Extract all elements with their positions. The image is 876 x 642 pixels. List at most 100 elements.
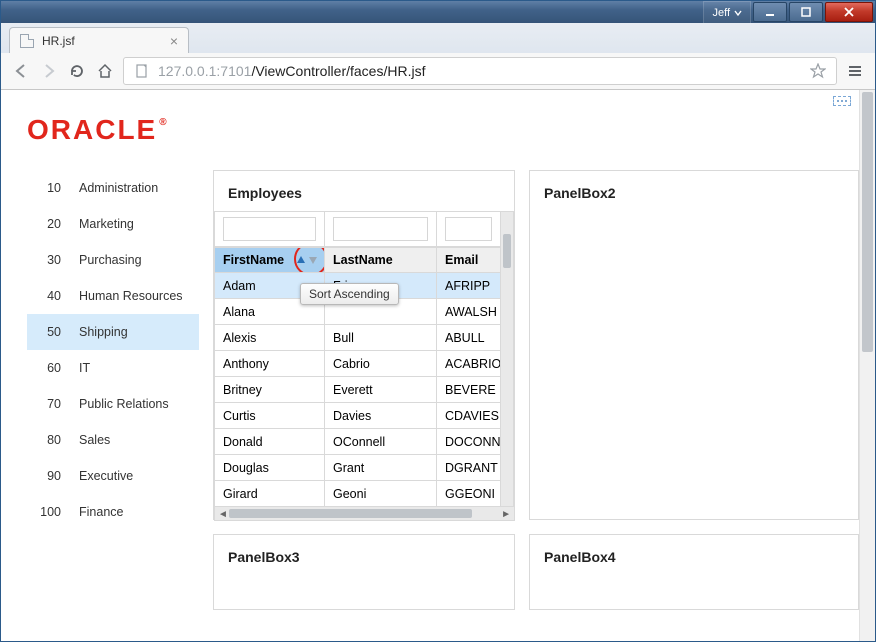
table-horizontal-scrollbar[interactable]: ◄ ► [214,507,515,521]
cell-email: CDAVIES [437,403,501,429]
cell-email: AWALSH [437,299,501,325]
cell-last: Cabrio [325,351,437,377]
sidebar-item-label: Human Resources [79,289,183,303]
filter-firstname-input[interactable] [223,217,316,241]
cell-email: DOCONN [437,429,501,455]
sidebar-item-shipping[interactable]: 50 Shipping [27,314,199,350]
column-header-lastname[interactable]: LastName [325,247,437,273]
sidebar-item-label: Public Relations [79,397,169,411]
address-bar[interactable]: 127.0.0.1:7101/ViewController/faces/HR.j… [123,57,837,85]
sidebar-item-index: 40 [39,289,61,303]
panel-box-3: PanelBox3 [213,534,515,610]
sidebar-item-label: Shipping [79,325,128,339]
table-row[interactable]: DonaldOConnellDOCONN [214,429,501,455]
panel-box-2: PanelBox2 [529,170,859,520]
table-row[interactable]: CurtisDaviesCDAVIES [214,403,501,429]
table-row[interactable]: AnthonyCabrioACABRIO [214,351,501,377]
column-header-email[interactable]: Email [437,247,501,273]
sort-tooltip: Sort Ascending [300,283,399,305]
nav-reload-button[interactable] [67,61,87,81]
sidebar-item-finance[interactable]: 100Finance [27,494,199,530]
site-info-icon[interactable] [132,61,152,81]
nav-home-button[interactable] [95,61,115,81]
window-maximize-button[interactable] [789,2,823,22]
sidebar-item-purchasing[interactable]: 30 Purchasing [27,242,199,278]
sidebar-item-label: Marketing [79,217,134,231]
tab-close-icon[interactable]: × [170,34,178,48]
sidebar-item-it[interactable]: 60 IT [27,350,199,386]
cell-email: ACABRIO [437,351,501,377]
table-row[interactable]: DouglasGrantDGRANT [214,455,501,481]
sidebar-item-label: IT [79,361,90,375]
sidebar-item-index: 20 [39,217,61,231]
panel-box-4-title: PanelBox4 [530,535,858,575]
document-icon [20,34,34,48]
sidebar-item-index: 10 [39,181,61,195]
cell-first: Britney [214,377,325,403]
cell-last: Davies [325,403,437,429]
table-row[interactable]: BritneyEverettBEVERE [214,377,501,403]
sidebar-item-sales[interactable]: 80 Sales [27,422,199,458]
page-vertical-scrollbar[interactable] [859,90,875,641]
cell-email: GGEONI [437,481,501,507]
nav-forward-button[interactable] [39,61,59,81]
panel-box-3-title: PanelBox3 [214,535,514,575]
sort-ascending-icon[interactable] [296,255,306,265]
bookmark-star-icon[interactable] [808,61,828,81]
nav-back-button[interactable] [11,61,31,81]
column-header-firstname[interactable]: FirstName [214,247,325,273]
sidebar-item-index: 50 [39,325,61,339]
overflow-indicator[interactable] [833,96,851,106]
sidebar-item-label: Purchasing [79,253,142,267]
sidebar-item-administration[interactable]: 10 Administration [27,170,199,206]
sidebar-item-index: 30 [39,253,61,267]
cell-last: Everett [325,377,437,403]
cell-first: Curtis [214,403,325,429]
cell-first: Girard [214,481,325,507]
cell-email: BEVERE [437,377,501,403]
sidebar-item-label: Administration [79,181,158,195]
window-minimize-button[interactable] [753,2,787,22]
cell-last: Grant [325,455,437,481]
chevron-down-icon [734,9,742,17]
sidebar-item-index: 100 [39,505,61,519]
browser-chrome: HR.jsf × 127.0.0.1:7101/View [1,23,875,90]
table-filter-row [214,211,501,247]
window-user-badge[interactable]: Jeff [703,1,751,23]
table-vertical-scrollbar[interactable] [501,211,514,507]
oracle-logo: ORACLE [27,114,859,146]
filter-email-input[interactable] [445,217,492,241]
tab-strip: HR.jsf × [1,23,875,53]
table-header-row: FirstName LastName E [214,247,501,273]
sidebar-item-public-relations[interactable]: 70 Public Relations [27,386,199,422]
sidebar-item-human-resources[interactable]: 40 Human Resources [27,278,199,314]
panel-employees: Employees [213,170,515,520]
cell-last: OConnell [325,429,437,455]
window-user-label: Jeff [712,7,730,19]
panel-box-2-title: PanelBox2 [530,171,858,211]
sidebar-item-index: 80 [39,433,61,447]
cell-first: Alexis [214,325,325,351]
sidebar-item-index: 70 [39,397,61,411]
chrome-menu-button[interactable] [845,61,865,81]
cell-last: Bull [325,325,437,351]
browser-toolbar: 127.0.0.1:7101/ViewController/faces/HR.j… [1,53,875,89]
department-sidebar: 10 Administration 20 Marketing 30 Purchasing 4… [27,170,199,610]
url-text: 127.0.0.1:7101/ViewController/faces/HR.j… [158,63,802,79]
filter-lastname-input[interactable] [333,217,428,241]
sidebar-item-marketing[interactable]: 20 Marketing [27,206,199,242]
window-titlebar: Jeff [1,1,875,23]
sidebar-item-label: Sales [79,433,110,447]
sidebar-item-executive[interactable]: 90Executive [27,458,199,494]
panel-box-4: PanelBox4 [529,534,859,610]
sort-descending-icon[interactable] [308,255,318,265]
browser-tab[interactable]: HR.jsf × [9,27,189,53]
cell-first: Douglas [214,455,325,481]
table-row[interactable]: GirardGeoniGGEONI [214,481,501,507]
table-row[interactable]: AlexisBullABULL [214,325,501,351]
window-close-button[interactable] [825,2,873,22]
sidebar-item-index: 60 [39,361,61,375]
panel-employees-title: Employees [214,171,514,211]
sidebar-item-label: Executive [79,469,133,483]
cell-email: AFRIPP [437,273,501,299]
